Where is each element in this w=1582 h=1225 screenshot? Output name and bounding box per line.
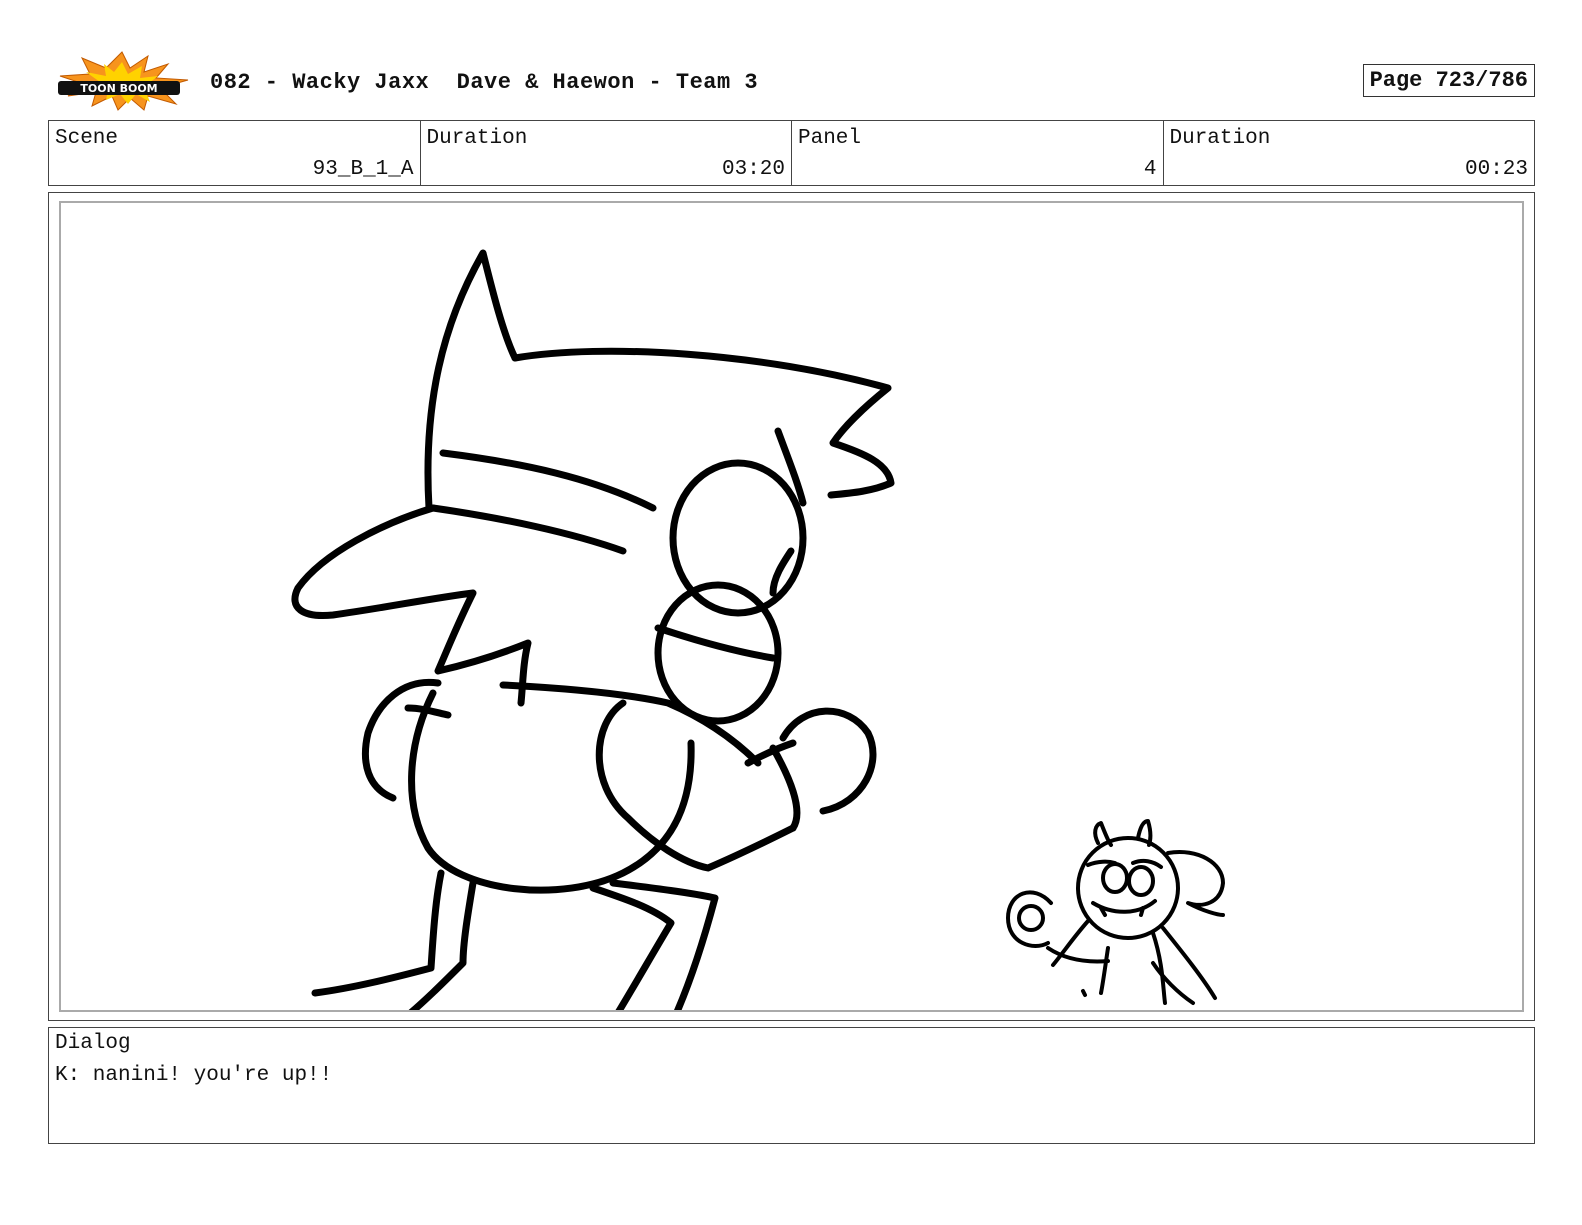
panel-sketch [291, 249, 1225, 1010]
storyboard-panel [48, 192, 1535, 1021]
scene-cell: Scene 93_B_1_A [49, 121, 421, 185]
scene-duration-label: Duration [426, 127, 528, 150]
small-character-sketch [1006, 819, 1225, 1005]
dialog-box: Dialog K: nanini! you're up!! [48, 1027, 1535, 1144]
panel-duration-label: Duration [1169, 127, 1271, 150]
scene-value: 93_B_1_A [312, 158, 414, 181]
page-number: Page 723/786 [1362, 64, 1535, 97]
scene-duration-cell: Duration 03:20 [421, 121, 792, 185]
board-title: 082 - Wacky Jaxx Dave & Haewon - Team 3 [210, 70, 759, 95]
toon-boom-logo: TOON BOOM [52, 50, 192, 112]
panel-duration-cell: Duration 00:23 [1164, 121, 1535, 185]
scene-info-row: Scene 93_B_1_A Duration 03:20 Panel 4 Du… [48, 120, 1535, 186]
panel-cell: Panel 4 [792, 121, 1164, 185]
scene-label: Scene [55, 127, 119, 150]
dialog-text: K: nanini! you're up!! [55, 1064, 333, 1087]
dialog-label: Dialog [55, 1032, 131, 1055]
page-header: TOON BOOM 082 - Wacky Jaxx Dave & Haewon… [48, 46, 1535, 116]
panel-value: 4 [1143, 158, 1157, 181]
large-character-sketch [291, 249, 895, 1010]
panel-label: Panel [798, 127, 862, 150]
panel-frame [59, 201, 1524, 1012]
panel-duration-value: 00:23 [1464, 158, 1528, 181]
logo-text: TOON BOOM [80, 82, 157, 95]
scene-duration-value: 03:20 [721, 158, 785, 181]
